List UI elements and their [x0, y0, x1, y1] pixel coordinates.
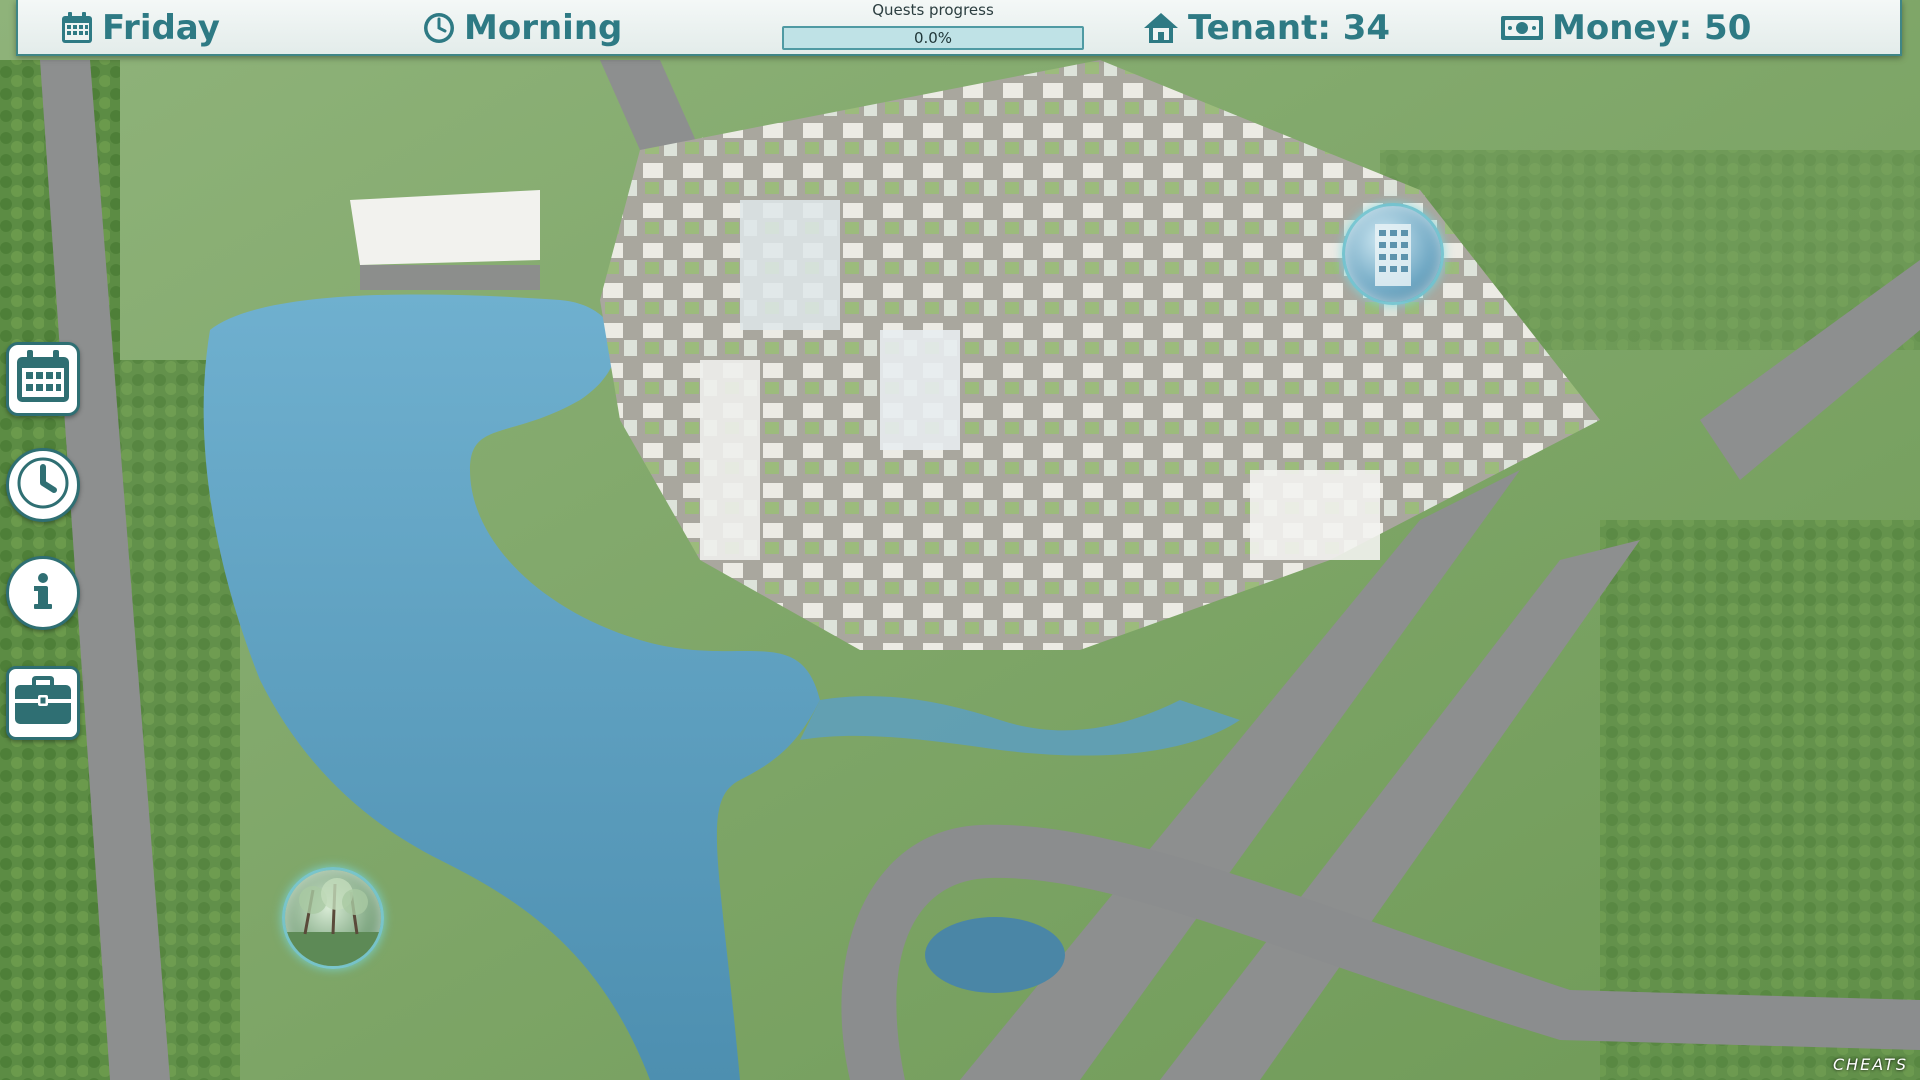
info-button[interactable]: [6, 556, 80, 630]
game-screen: Friday Morning Quests progress 0.0% Tena…: [0, 0, 1920, 1080]
quests-progress-value: 0.0%: [913, 29, 953, 47]
tenant-display: Tenant: 34: [1142, 6, 1390, 50]
quests-progress-bar: 0.0%: [782, 26, 1084, 50]
calendar-icon: [60, 11, 94, 45]
money-label: Money: 50: [1552, 8, 1752, 48]
day-display: Friday: [60, 6, 220, 50]
clock-button[interactable]: [6, 448, 80, 522]
calendar-button[interactable]: [6, 342, 80, 416]
jobs-button[interactable]: [6, 666, 80, 740]
clock-icon: [422, 11, 456, 45]
tenant-label: Tenant: 34: [1188, 8, 1391, 48]
quests-progress: Quests progress 0.0%: [782, 1, 1084, 51]
cheats-button[interactable]: CHEATS: [1833, 1055, 1908, 1074]
building-icon: [1375, 224, 1411, 286]
house-icon: [1142, 11, 1180, 45]
quests-progress-label: Quests progress: [872, 1, 994, 19]
park-icon: [285, 878, 381, 966]
time-display: Morning: [422, 6, 622, 50]
day-label: Friday: [102, 8, 220, 48]
building-location-orb[interactable]: [1342, 203, 1444, 305]
top-status-bar: Friday Morning Quests progress 0.0% Tena…: [16, 0, 1902, 56]
briefcase-icon: [13, 676, 73, 730]
money-display: Money: 50: [1500, 6, 1751, 50]
park-location-orb[interactable]: [282, 867, 384, 969]
banknote-icon: [1500, 13, 1544, 43]
info-icon: [16, 564, 70, 622]
time-of-day-label: Morning: [464, 8, 623, 48]
calendar-icon: [14, 349, 72, 409]
clock-icon: [16, 456, 70, 514]
